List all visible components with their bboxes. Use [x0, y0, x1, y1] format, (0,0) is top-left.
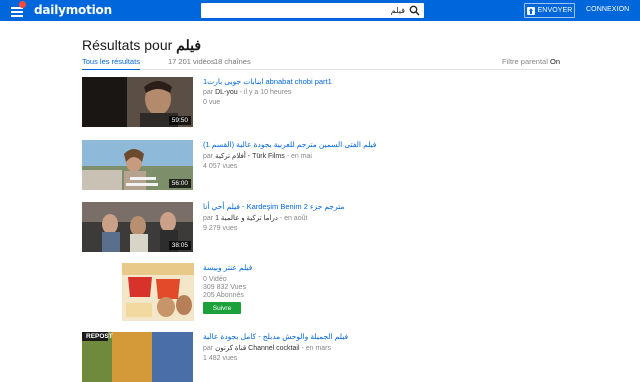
author-link[interactable]: أفلام تركية - Türk Films — [215, 153, 285, 160]
by-label: par — [203, 153, 214, 160]
video-thumbnail[interactable]: 59:50 — [82, 77, 193, 127]
result-title[interactable]: فيلم الفتى السمين مترجم للعربية بجودة عا… — [203, 140, 560, 149]
follow-button[interactable]: Suivre — [203, 302, 241, 314]
tab-videos[interactable]: 17 201 vidéos — [168, 57, 215, 66]
upload-label: ENVOYER — [537, 7, 573, 14]
by-label: par — [203, 215, 214, 222]
title-query: فيلم — [176, 37, 202, 53]
result-meta: par DL-you - il y a 10 heures — [203, 89, 560, 96]
top-bar: dailymotion ENVOYER CONNEXION — [0, 0, 640, 21]
search-icon[interactable] — [409, 5, 420, 16]
result-info: ابنابات جوبى بارت1 abnabat chobi part1 p… — [203, 77, 560, 106]
parental-filter-state[interactable]: On — [550, 57, 560, 66]
result-title[interactable]: فيلم أخي أنا - Kardeşim Benim مترجم جزء … — [203, 202, 560, 211]
logo[interactable]: dailymotion — [10, 1, 112, 18]
by-label: par — [203, 89, 214, 96]
login-link[interactable]: CONNEXION — [586, 6, 629, 13]
result-title[interactable]: فيلم عنتر وبيسة — [203, 263, 560, 272]
tab-all-results[interactable]: Tous les résultats — [82, 57, 140, 70]
video-duration: 38:05 — [168, 241, 191, 250]
view-count: 309 832 Vues — [203, 284, 246, 291]
by-label: par — [203, 345, 214, 352]
video-thumbnail[interactable]: 38:05 — [82, 202, 193, 252]
upload-time: - en août — [279, 215, 308, 222]
author-link[interactable]: دراما تركية و عالمية 1 — [215, 215, 278, 222]
page-title: Résultats pour فيلم — [82, 37, 201, 54]
logo-text[interactable]: dailymotion — [34, 3, 112, 17]
result-info: فيلم عنتر وبيسة 0 Vidéo 309 832 Vues 205… — [203, 263, 560, 314]
video-thumbnail[interactable]: 56:00 — [82, 140, 193, 190]
author-link[interactable]: DL-you — [215, 89, 238, 96]
title-prefix: Résultats pour — [82, 37, 173, 53]
parental-filter-label: Filtre parental — [502, 57, 548, 66]
result-info: فيلم الجميلة والوحش مدبلج - كامل بجودة ع… — [203, 332, 560, 362]
video-duration: 59:50 — [168, 116, 191, 125]
video-duration: 56:00 — [168, 179, 191, 188]
channel-avatar[interactable] — [122, 263, 194, 321]
upload-time: - en mars — [301, 345, 332, 352]
upload-button[interactable]: ENVOYER — [524, 3, 575, 18]
result-meta: par قناة كرتون Channel cocktail - en mar… — [203, 344, 560, 352]
menu-icon[interactable] — [10, 1, 26, 18]
parental-filter[interactable]: Filtre parental On — [502, 57, 560, 66]
results-tabs: Tous les résultats 17 201 vidéos 18 chaî… — [82, 57, 560, 70]
author-link[interactable]: قناة كرتون Channel cocktail — [215, 345, 299, 352]
view-count: 0 vue — [203, 99, 221, 106]
video-count: 0 Vidéo — [203, 276, 227, 283]
view-count: 9 279 vues — [203, 225, 238, 232]
upload-time: - en mai — [286, 153, 312, 160]
view-count: 1 482 vues — [203, 355, 238, 362]
result-meta: par أفلام تركية - Türk Films - en mai — [203, 152, 560, 160]
result-info: فيلم الفتى السمين مترجم للعربية بجودة عا… — [203, 140, 560, 170]
result-title[interactable]: ابنابات جوبى بارت1 abnabat chobi part1 — [203, 77, 560, 86]
result-info: فيلم أخي أنا - Kardeşim Benim مترجم جزء … — [203, 202, 560, 232]
upload-time: - il y a 10 heures — [239, 89, 292, 96]
search-box[interactable] — [201, 3, 424, 18]
subscriber-count: 205 Abonnés — [203, 292, 244, 299]
result-meta: par دراما تركية و عالمية 1 - en août — [203, 214, 560, 222]
repost-label: REPOST — [86, 333, 113, 340]
search-input[interactable] — [205, 4, 405, 17]
tab-channels[interactable]: 18 chaînes — [214, 57, 251, 66]
video-thumbnail[interactable]: REPOST — [82, 332, 193, 382]
result-title[interactable]: فيلم الجميلة والوحش مدبلج - كامل بجودة ع… — [203, 332, 560, 341]
view-count: 4 057 vues — [203, 163, 238, 170]
upload-icon — [526, 6, 535, 15]
